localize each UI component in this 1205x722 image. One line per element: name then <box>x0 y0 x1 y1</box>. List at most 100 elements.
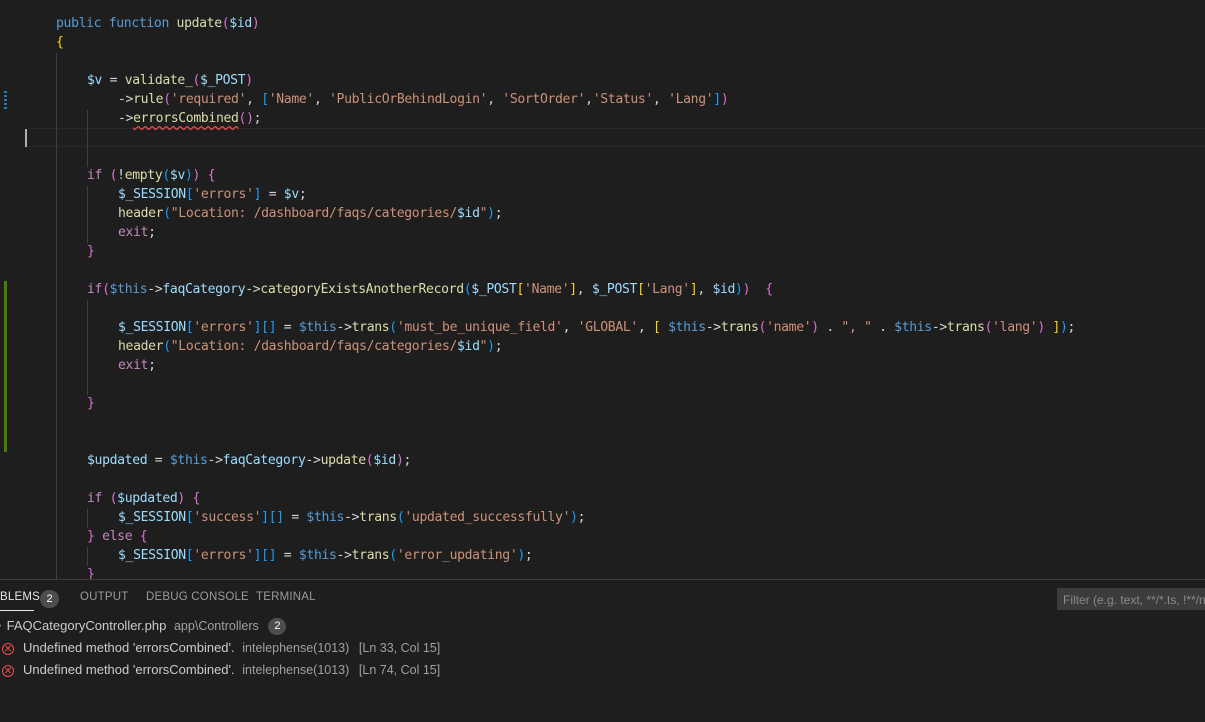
code-line: $v = validate_($_POST) <box>87 71 253 90</box>
code-token: $_SESSION <box>118 320 186 335</box>
code-token: ] <box>261 510 269 525</box>
code-token: { <box>139 529 148 544</box>
code-line: } else { <box>87 527 148 546</box>
chevron-down-icon: ▾ <box>0 622 1 633</box>
problem-source: intelephense(1013) <box>242 663 350 677</box>
code-token: ( <box>758 320 767 335</box>
code-token: ; <box>148 358 156 373</box>
code-token: validate_ <box>124 73 193 88</box>
code-token: ( <box>389 548 397 563</box>
code-token: $_SESSION <box>118 510 186 525</box>
code-token: trans <box>351 320 390 335</box>
tab-terminal[interactable]: TERMINAL <box>256 591 316 603</box>
code-token: $updated <box>117 491 178 506</box>
code-token: "Location: /dashboard/faqs/categories/ <box>170 206 458 221</box>
problem-source: intelephense(1013) <box>242 641 350 655</box>
code-token: = <box>261 187 284 202</box>
code-token: -> <box>118 92 134 107</box>
file-name: FAQCategoryController.php <box>6 618 167 633</box>
code-token: $_POST <box>200 73 246 88</box>
code-token: { <box>207 168 216 183</box>
code-token: ( <box>389 320 397 335</box>
code-token: { <box>56 35 64 50</box>
code-token: , <box>652 92 669 107</box>
code-token: 'GLOBAL' <box>577 320 639 335</box>
tab-debug-console[interactable]: DEBUG CONSOLE <box>146 591 249 603</box>
file-group-row[interactable]: ▾ FAQCategoryController.php app\Controll… <box>0 618 287 635</box>
code-token: trans <box>351 548 390 563</box>
code-token: $_SESSION <box>118 548 186 563</box>
code-token: ; <box>1067 320 1076 335</box>
code-token: trans <box>359 510 397 525</box>
code-token: 'Name' <box>268 92 315 107</box>
code-token: ( <box>162 168 170 183</box>
code-token: [ <box>261 548 269 563</box>
tab-output[interactable]: OUTPUT <box>80 591 128 603</box>
code-line: header("Location: /dashboard/faqs/catego… <box>118 204 503 223</box>
code-token: categoryExistsAnotherRecord <box>260 282 464 297</box>
code-token: } <box>87 244 95 259</box>
code-token: ) <box>251 16 260 31</box>
code-token: $_POST <box>591 282 638 297</box>
error-icon: ✕ <box>2 643 14 655</box>
code-token: ; <box>577 510 586 525</box>
code-line: ->rule('required', ['Name', 'PublicOrBeh… <box>118 90 729 109</box>
code-token: exit <box>118 225 149 240</box>
code-token: ) <box>177 491 185 506</box>
code-token: ( <box>192 73 201 88</box>
code-token: -> <box>305 453 321 468</box>
problem-row[interactable]: ✕ Undefined method 'errorsCombined'. int… <box>0 640 440 655</box>
code-token: update <box>320 453 367 468</box>
problems-count-badge: 2 <box>40 590 59 608</box>
code-token: ) <box>517 548 525 563</box>
problem-location: [Ln 74, Col 15] <box>358 663 441 677</box>
code-token: = <box>283 510 307 525</box>
problem-location: [Ln 33, Col 15] <box>358 641 441 655</box>
code-editor[interactable]: public function update($id){$v = validat… <box>0 0 1205 579</box>
code-line: $_SESSION['errors'] = $v; <box>118 185 307 204</box>
code-token: 'Lang' <box>644 282 691 297</box>
code-token: 'errors' <box>193 187 254 202</box>
code-token: header <box>118 206 164 221</box>
problems-filter-input[interactable]: Filter (e.g. text, **/*.ts, !**/node_mod… <box>1057 588 1205 610</box>
code-token: $v <box>87 73 103 88</box>
code-token: , <box>246 92 262 107</box>
code-line: $_SESSION['success'][] = $this->trans('u… <box>118 508 586 527</box>
code-token: = <box>102 73 125 88</box>
indent-guide <box>87 300 88 395</box>
code-token: [ <box>637 282 645 297</box>
code-token: exit <box>118 358 149 373</box>
code-token: ! <box>117 168 125 183</box>
indent-guide <box>87 547 88 566</box>
code-token: ; <box>494 206 503 221</box>
code-token: { <box>192 491 201 506</box>
current-line-highlight <box>28 128 1205 147</box>
tab-problems[interactable]: BLEMS <box>0 591 40 603</box>
code-token: , <box>487 92 503 107</box>
code-token: trans <box>946 320 985 335</box>
code-token: ( <box>984 320 993 335</box>
code-token: ; <box>403 453 412 468</box>
code-token: function <box>108 16 177 31</box>
code-token: ; <box>494 339 503 354</box>
code-token: 'PublicOrBehindLogin' <box>329 92 488 107</box>
code-token: 'error_updating' <box>396 548 518 563</box>
problem-row[interactable]: ✕ Undefined method 'errorsCombined'. int… <box>0 662 440 677</box>
problem-message: Undefined method 'errorsCombined'. <box>23 640 235 655</box>
code-token: ) <box>570 510 578 525</box>
code-token: ] <box>713 92 721 107</box>
code-line: ->errorsCombined(); <box>118 109 262 128</box>
code-token: [ <box>261 320 269 335</box>
code-token: 'updated_successfully' <box>404 510 571 525</box>
modified-lines-marker <box>4 91 7 110</box>
code-token: trans <box>720 320 759 335</box>
code-token: } <box>87 529 95 544</box>
code-token: ( <box>238 111 247 126</box>
code-token: . <box>818 320 842 335</box>
code-token: -> <box>147 282 163 297</box>
code-token: $this <box>298 548 337 563</box>
